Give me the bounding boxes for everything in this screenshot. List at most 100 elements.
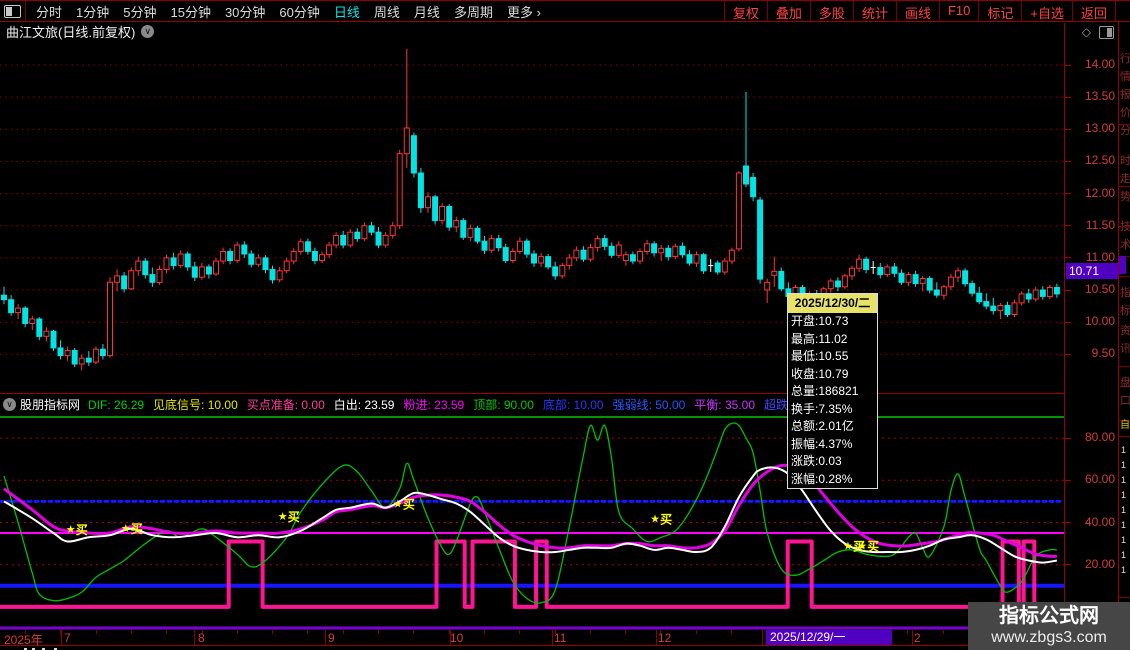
window-icon[interactable] bbox=[4, 5, 21, 18]
tab-日线[interactable]: 日线 bbox=[334, 2, 360, 21]
tab-更多 ›[interactable]: 更多 › bbox=[507, 2, 541, 21]
watermark: 指标公式网 www.zbgs3.com bbox=[968, 602, 1130, 650]
divider bbox=[1119, 226, 1130, 227]
price-label: 13.50 bbox=[1085, 89, 1115, 103]
divider bbox=[1119, 276, 1130, 277]
tab-1分钟[interactable]: 1分钟 bbox=[76, 2, 109, 21]
indicator-field-平衡: 平衡: 35.00 bbox=[694, 396, 755, 413]
panel-fragment: 走 bbox=[1120, 170, 1130, 186]
quote-digit: 1 bbox=[1121, 520, 1126, 530]
button-F10[interactable]: F10 bbox=[939, 1, 978, 22]
week-tick bbox=[307, 630, 308, 634]
yellow-fragment: 自 bbox=[1120, 416, 1130, 431]
tab-多周期[interactable]: 多周期 bbox=[454, 2, 493, 21]
buy-signal-label: 买 bbox=[131, 522, 143, 536]
indicator-axis-label: 80.00 bbox=[1085, 430, 1115, 444]
panel-fragment: 资 bbox=[1120, 322, 1130, 338]
panel-fragment: 行 bbox=[1120, 50, 1130, 66]
axis-tick bbox=[1065, 354, 1071, 355]
button-叠加[interactable]: 叠加 bbox=[767, 1, 810, 22]
slow-line bbox=[4, 465, 1057, 556]
panel-fragment: 价 bbox=[1120, 104, 1130, 120]
tab-5分钟[interactable]: 5分钟 bbox=[123, 2, 156, 21]
week-tick bbox=[943, 630, 944, 634]
buy-signal-label: 买 bbox=[660, 512, 672, 526]
divider bbox=[1119, 366, 1130, 367]
quote-digit: 1 bbox=[1121, 445, 1126, 455]
axis-tick bbox=[1065, 129, 1071, 130]
indicator-field-见底信号: 见底信号: 10.00 bbox=[153, 396, 238, 413]
panel-divider bbox=[0, 393, 1064, 394]
month-tick bbox=[61, 630, 62, 645]
tooltip-row: 最高:11.02 bbox=[788, 331, 877, 349]
timeframe-menu: 分时 1分钟 5分钟 15分钟 30分钟 60分钟日线周线月线多周期更多 › bbox=[26, 2, 724, 21]
candle-info-tooltip: 2025/12/30/二 开盘:10.73最高:11.02最低:10.55收盘:… bbox=[787, 293, 878, 489]
panel-fragment: 报 bbox=[1120, 86, 1130, 102]
panel-fragment: 情 bbox=[1120, 68, 1130, 84]
week-tick bbox=[907, 630, 908, 634]
week-tick bbox=[519, 630, 520, 634]
toolbar-right: 复权叠加多股统计画线F10标记+自选返回 bbox=[724, 1, 1116, 22]
axis-tick bbox=[1065, 290, 1071, 291]
indicator-axis-label: 20.00 bbox=[1085, 557, 1115, 571]
candlestick-chart[interactable] bbox=[0, 41, 1064, 393]
week-tick bbox=[484, 630, 485, 634]
tab-分时[interactable]: 分时 bbox=[36, 2, 62, 21]
week-tick bbox=[378, 630, 379, 634]
title-bar: 曲江文旅(日线.前复权) ∨ ◇ bbox=[0, 22, 1130, 41]
button-标记[interactable]: 标记 bbox=[978, 1, 1021, 22]
button-复权[interactable]: 复权 bbox=[724, 1, 767, 22]
buy-signal-label: 买 bbox=[403, 498, 415, 512]
quote-digit: 1 bbox=[1121, 565, 1126, 575]
button-返回[interactable]: 返回 bbox=[1072, 1, 1116, 22]
buy-star-icon: ★ bbox=[857, 541, 867, 553]
tooltip-row: 总量:186821 bbox=[788, 383, 877, 401]
clipped-right-panel: 行情报价分时走势技术指标资讯盘口111111111自≡ bbox=[1118, 22, 1130, 630]
buy-signal-label: 买 bbox=[867, 540, 879, 554]
tab-月线[interactable]: 月线 bbox=[414, 2, 440, 21]
indicator-field-粉进: 粉进: 23.59 bbox=[403, 396, 464, 413]
crosshair-price-label: 10.71 bbox=[1066, 263, 1118, 279]
week-tick bbox=[731, 630, 732, 634]
tab-周线[interactable]: 周线 bbox=[374, 2, 400, 21]
week-tick bbox=[413, 630, 414, 634]
watermark-url: www.zbgs3.com bbox=[991, 628, 1107, 648]
tab-15分钟[interactable]: 15分钟 bbox=[170, 2, 210, 21]
tooltip-row: 总额:2.01亿 bbox=[788, 418, 877, 436]
week-tick bbox=[696, 630, 697, 634]
price-label: 12.50 bbox=[1085, 153, 1115, 167]
indicator-field-白出: 白出: 23.59 bbox=[334, 396, 395, 413]
button-多股[interactable]: 多股 bbox=[810, 1, 853, 22]
indicator-field-强弱线: 强弱线: 50.00 bbox=[613, 396, 686, 413]
tab-60分钟[interactable]: 60分钟 bbox=[279, 2, 319, 21]
fast-line bbox=[4, 467, 1057, 562]
top-menu-bar: 分时 1分钟 5分钟 15分钟 30分钟 60分钟日线周线月线多周期更多 › 复权叠加多股… bbox=[0, 1, 1130, 22]
date-label: 12 bbox=[658, 631, 671, 645]
button-+自选[interactable]: +自选 bbox=[1021, 1, 1072, 22]
panel-fragment: 指 bbox=[1120, 284, 1130, 300]
buy-star-icon: ★ bbox=[66, 524, 76, 536]
indicator-panel[interactable]: ★买★买★买★买★买★买★买 bbox=[0, 415, 1064, 630]
panel-fragment: 标 bbox=[1120, 302, 1130, 318]
axis-tick bbox=[1065, 522, 1071, 523]
chevron-down-icon[interactable]: ∨ bbox=[141, 25, 154, 38]
chevron-down-icon[interactable]: ∨ bbox=[3, 398, 16, 411]
indicator-axis-label: 60.00 bbox=[1085, 472, 1115, 486]
quote-digit: 1 bbox=[1121, 490, 1126, 500]
axis-tick bbox=[1065, 564, 1071, 565]
panel-fragment: 时 bbox=[1120, 152, 1130, 168]
buy-star-icon: ★ bbox=[121, 523, 131, 535]
price-label: 10.00 bbox=[1085, 314, 1115, 328]
date-axis: 2025年78910111222025/12/29/一 bbox=[0, 630, 1130, 646]
divider bbox=[1119, 436, 1130, 437]
buy-star-icon: ★ bbox=[843, 541, 853, 553]
indicator-name: 股朋指标网 bbox=[20, 396, 80, 413]
button-画线[interactable]: 画线 bbox=[896, 1, 939, 22]
tab-30分钟[interactable]: 30分钟 bbox=[225, 2, 265, 21]
indicator-field-底部: 底部: 10.00 bbox=[543, 396, 604, 413]
button-统计[interactable]: 统计 bbox=[853, 1, 896, 22]
date-label: 7 bbox=[64, 631, 71, 645]
buy-star-icon: ★ bbox=[278, 511, 288, 523]
crosshair-date-label: 2025/12/29/一 bbox=[766, 630, 892, 645]
price-label: 13.00 bbox=[1085, 121, 1115, 135]
